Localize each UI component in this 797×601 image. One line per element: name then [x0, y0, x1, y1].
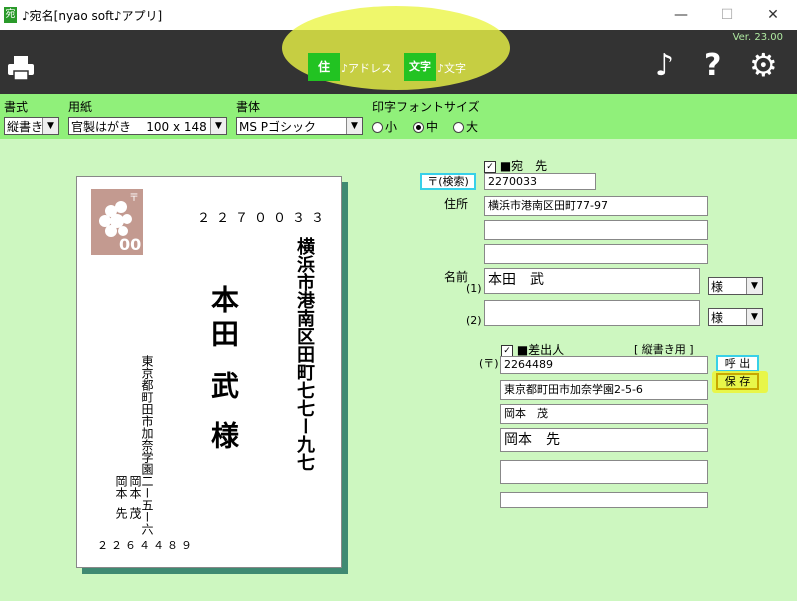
name1-index: (1) [466, 282, 482, 295]
sender-header: ■差出人 [516, 343, 565, 357]
sender-zip-label: (〒) [479, 357, 499, 370]
version-label: Ver. 23.00 [732, 32, 783, 43]
address-line1-input[interactable]: 横浜市港南区田町77-97 [484, 196, 708, 216]
chevron-down-icon: ▼ [746, 309, 762, 325]
sender-address-input[interactable]: 東京都町田市加奈学園2-5-6 [500, 380, 708, 400]
size-small-radio[interactable]: 小 [372, 118, 397, 135]
save-button[interactable]: 保 存 [716, 373, 759, 390]
address-line3-input[interactable] [484, 244, 708, 264]
paper-value: 官製はがき 100 x 148 [71, 120, 207, 134]
music-icon[interactable]: ♪ [655, 48, 674, 83]
card-address: 横浜市港南区田町七七ー九七 [294, 237, 315, 471]
checkbox-checked-icon: ✓ [484, 160, 496, 173]
radio-icon [372, 122, 383, 133]
size-large-label: 大 [466, 120, 479, 134]
stamp-value: 00 [119, 235, 142, 254]
close-button[interactable]: ✕ [750, 0, 796, 30]
format-value: 縦書き [7, 120, 44, 134]
text-tool-icon: 文字 [404, 53, 436, 81]
card-sender-zip: ２２６４４８９ [97, 539, 195, 552]
format-select[interactable]: 縦書き ▼ [4, 117, 59, 135]
recipient-header: ■宛 先 [499, 159, 548, 173]
checkbox-checked-icon: ✓ [501, 344, 513, 357]
sender-name1-input[interactable]: 岡本 茂 [500, 404, 708, 424]
chevron-down-icon: ▼ [210, 118, 226, 134]
radio-icon [453, 122, 464, 133]
print-size-label: 印字フォントサイズ [372, 100, 480, 114]
recipient-toggle[interactable]: ✓ ■宛 先 [484, 157, 547, 174]
name2-input[interactable] [484, 300, 700, 326]
size-medium-radio[interactable]: 中 [413, 118, 438, 135]
size-small-label: 小 [385, 120, 398, 134]
recipient-zip-input[interactable]: 2270033 [484, 173, 596, 190]
chevron-down-icon: ▼ [346, 118, 362, 134]
card-sender-name2-family: 岡本 [114, 475, 128, 499]
svg-text:〒: 〒 [129, 193, 139, 204]
address-tool-icon: 住 [308, 53, 340, 81]
sender-extra2-input[interactable] [500, 492, 708, 508]
card-name-given: 武 [207, 371, 240, 399]
address-tool-label: ♪アドレス [341, 62, 393, 75]
name2-honorific-value: 様 [711, 311, 724, 325]
font-select[interactable]: MS Pゴシック ▼ [236, 117, 363, 135]
call-button[interactable]: 呼 出 [716, 355, 759, 372]
paper-label: 用紙 [68, 100, 93, 114]
font-value: MS Pゴシック [239, 120, 317, 134]
sender-name2-input[interactable]: 岡本 先 [500, 428, 708, 452]
app-icon: 宛 [4, 7, 17, 23]
text-tool-button[interactable]: 文字 ♪文字 [404, 51, 494, 85]
address-label: 住所 [444, 197, 469, 211]
minimize-button[interactable]: — [658, 0, 704, 30]
size-large-radio[interactable]: 大 [453, 118, 478, 135]
print-icon[interactable] [6, 54, 36, 82]
stamp: 〒 00 [91, 189, 143, 255]
name2-index: (2) [466, 314, 482, 327]
sender-extra1-input[interactable] [500, 460, 708, 484]
size-medium-label: 中 [426, 120, 439, 134]
address-tool-button[interactable]: 住 ♪アドレス [308, 51, 398, 85]
chevron-down-icon: ▼ [42, 118, 58, 134]
gear-icon[interactable]: ⚙ [749, 46, 778, 84]
radio-checked-icon [413, 122, 424, 133]
address-line2-input[interactable] [484, 220, 708, 240]
card-honorific: 様 [207, 421, 240, 449]
postcard-preview: 〒 00 ２２７００３３ 横浜市港南区田町七七ー九七 本田 武 様 東京都町田市… [76, 176, 342, 568]
format-label: 書式 [4, 100, 29, 114]
window-title: ♪宛名[nyao soft♪アプリ] [22, 9, 163, 23]
name1-honorific-value: 様 [711, 280, 724, 294]
name1-honorific-select[interactable]: 様 ▼ [708, 277, 763, 295]
sender-mode-label: [ 縦書き用 ] [634, 343, 694, 356]
font-label: 書体 [236, 100, 261, 114]
name1-input[interactable]: 本田 武 [484, 268, 700, 294]
paper-select[interactable]: 官製はがき 100 x 148 ▼ [68, 117, 227, 135]
zip-search-button[interactable]: 〒(検索) [420, 173, 476, 190]
maximize-button[interactable]: ☐ [704, 0, 750, 30]
card-name-family: 本田 [207, 285, 240, 353]
sender-zip-input[interactable]: 2264489 [500, 356, 708, 374]
chevron-down-icon: ▼ [746, 278, 762, 294]
name2-honorific-select[interactable]: 様 ▼ [708, 308, 763, 326]
card-sender-name2-given: 先 [114, 507, 128, 519]
text-tool-label: ♪文字 [437, 62, 467, 75]
help-icon[interactable]: ? [704, 48, 721, 83]
card-zip: ２２７００３３ [197, 211, 331, 226]
name-label: 名前 [444, 270, 469, 284]
